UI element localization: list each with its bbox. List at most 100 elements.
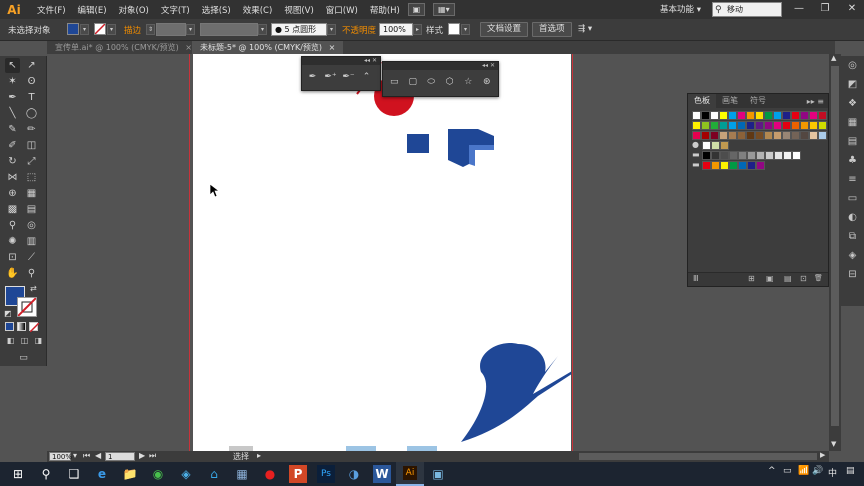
stroke-weight-stepper[interactable]: ⇕ [146, 24, 155, 35]
color-swatch[interactable] [782, 111, 791, 120]
color-swatch[interactable] [773, 131, 782, 140]
wifi-icon[interactable]: 📶 [798, 466, 809, 476]
symbol-sprayer-tool-icon[interactable]: ✺ [5, 234, 20, 249]
rotate-tool-icon[interactable]: ↻ [5, 154, 20, 169]
color-swatch[interactable] [737, 131, 746, 140]
color-swatch[interactable] [746, 111, 755, 120]
color-swatch[interactable] [702, 161, 711, 170]
minimize-icon[interactable]: — [792, 2, 806, 16]
color-swatch[interactable] [720, 141, 729, 150]
brushes-panel-icon[interactable]: ♣ [841, 151, 864, 170]
color-group-folder-icon[interactable]: ● [692, 140, 699, 149]
horizontal-scrollbar[interactable]: ▶ [579, 451, 829, 462]
start-icon[interactable]: ⊞ [4, 462, 32, 486]
pen-tool-icon[interactable]: ✒ [304, 68, 321, 85]
show-kinds-icon[interactable]: ⊞ [748, 274, 755, 283]
width-tool-icon[interactable]: ⋈ [5, 170, 20, 185]
color-panel-icon[interactable]: ▦ [841, 113, 864, 132]
gradient-tool-icon[interactable]: ▤ [24, 202, 39, 217]
color-swatch[interactable] [711, 141, 720, 150]
illustrator-taskbar-icon[interactable]: Ai [396, 462, 424, 486]
artboard-tool-icon[interactable]: ⊡ [5, 250, 20, 265]
star-tool-icon[interactable]: ☆ [460, 73, 477, 90]
pen-tool-icon[interactable]: ✒ [5, 90, 20, 105]
color-guide-panel-icon[interactable]: ▤ [841, 132, 864, 151]
close-icon[interactable]: × [329, 43, 336, 52]
menu-object[interactable]: 对象(O) [119, 4, 149, 16]
color-swatch[interactable] [792, 151, 801, 160]
color-swatch[interactable] [746, 121, 755, 130]
preferences-button[interactable]: 首选项 [532, 22, 572, 37]
convert-anchor-icon[interactable]: ⌃ [358, 68, 375, 85]
scroll-thumb[interactable] [831, 66, 839, 426]
tab-symbols[interactable]: 符号 [744, 94, 772, 108]
zoom-field[interactable]: 100% [49, 452, 72, 461]
blob-brush-tool-icon[interactable]: ✐ [5, 138, 20, 153]
swap-colors-icon[interactable]: ⇄ [30, 284, 37, 293]
fill-swatch[interactable] [67, 23, 79, 35]
pencil-tool-icon[interactable]: ✏ [24, 122, 39, 137]
flare-tool-icon[interactable]: ⊛ [479, 73, 496, 90]
brush-profile-dropdown[interactable]: ▾ [327, 24, 336, 35]
scale-tool-icon[interactable]: ⤢ [24, 154, 39, 169]
first-page-icon[interactable]: ⏮ [83, 451, 90, 461]
edge-icon[interactable]: e [88, 462, 116, 486]
volume-icon[interactable]: 🔊 [812, 466, 823, 476]
menu-type[interactable]: 文字(T) [161, 4, 190, 16]
browser-icon[interactable]: ◑ [340, 462, 368, 486]
rectangle-tool-icon[interactable]: ▭ [386, 73, 403, 90]
color-swatch[interactable] [800, 131, 809, 140]
color-swatch[interactable] [719, 111, 728, 120]
color-swatch[interactable] [765, 151, 774, 160]
tray-overflow-icon[interactable]: ^ [768, 466, 776, 476]
powerpoint-icon[interactable]: P [289, 465, 307, 483]
graphic-style-swatch[interactable] [448, 23, 460, 35]
color-swatch[interactable] [737, 111, 746, 120]
close-icon[interactable]: × [185, 43, 192, 52]
next-page-icon[interactable]: ▶ [139, 451, 145, 460]
variable-width-field[interactable] [200, 23, 258, 36]
new-swatch-icon[interactable]: ⊡ [800, 274, 807, 283]
mesh-tool-icon[interactable]: ▩ [5, 202, 20, 217]
scroll-right-icon[interactable]: ▶ [820, 451, 825, 459]
color-swatch[interactable] [711, 161, 720, 170]
stroke-weight-dropdown[interactable]: ▾ [186, 24, 195, 35]
links-panel-icon[interactable]: ⊟ [841, 265, 864, 284]
draw-normal-icon[interactable]: ◧ [5, 335, 16, 346]
arrange-documents-icon[interactable]: ▦▾ [432, 3, 455, 16]
opacity-field[interactable]: 100% [379, 23, 413, 36]
cloud-app-icon[interactable]: ⌂ [200, 462, 228, 486]
color-swatch[interactable] [764, 111, 773, 120]
document-setup-button[interactable]: 文档设置 [480, 22, 529, 37]
color-swatch[interactable] [764, 131, 773, 140]
color-swatch[interactable] [782, 131, 791, 140]
task-view-icon[interactable]: ❑ [60, 462, 88, 486]
free-transform-tool-icon[interactable]: ⬚ [24, 170, 39, 185]
default-colors-icon[interactable]: ◩ [4, 309, 12, 318]
new-color-group-icon[interactable]: ▤ [784, 274, 792, 283]
tab-brushes[interactable]: 画笔 [716, 94, 744, 108]
color-swatch[interactable] [702, 151, 711, 160]
file-explorer-icon[interactable]: 📁 [116, 462, 144, 486]
hand-tool-icon[interactable]: ✋ [5, 266, 20, 281]
color-swatch[interactable] [773, 111, 782, 120]
color-swatch[interactable] [746, 131, 755, 140]
scroll-down-icon[interactable]: ▼ [831, 440, 836, 448]
draw-behind-icon[interactable]: ◫ [19, 335, 30, 346]
panel-menu-icon[interactable]: ▸▸ ≡ [807, 97, 824, 106]
color-swatch[interactable] [756, 161, 765, 170]
variable-width-dropdown[interactable]: ▾ [258, 24, 267, 35]
color-swatch[interactable] [809, 131, 818, 140]
fill-dropdown[interactable]: ▾ [80, 24, 89, 35]
perspective-grid-tool-icon[interactable]: ▦ [24, 186, 39, 201]
color-swatch[interactable] [818, 111, 827, 120]
delete-swatch-icon[interactable]: 🗑 [814, 274, 823, 282]
color-swatch[interactable] [729, 151, 738, 160]
panel-header[interactable]: ◂◂ ✕ [302, 57, 380, 65]
stroke-weight-field[interactable] [156, 23, 186, 36]
recorder-icon[interactable]: ● [256, 462, 284, 486]
color-swatch[interactable] [773, 121, 782, 130]
color-swatch[interactable] [737, 121, 746, 130]
color-group-folder-icon[interactable]: ▬ [692, 160, 700, 169]
menu-view[interactable]: 视图(V) [284, 4, 313, 16]
